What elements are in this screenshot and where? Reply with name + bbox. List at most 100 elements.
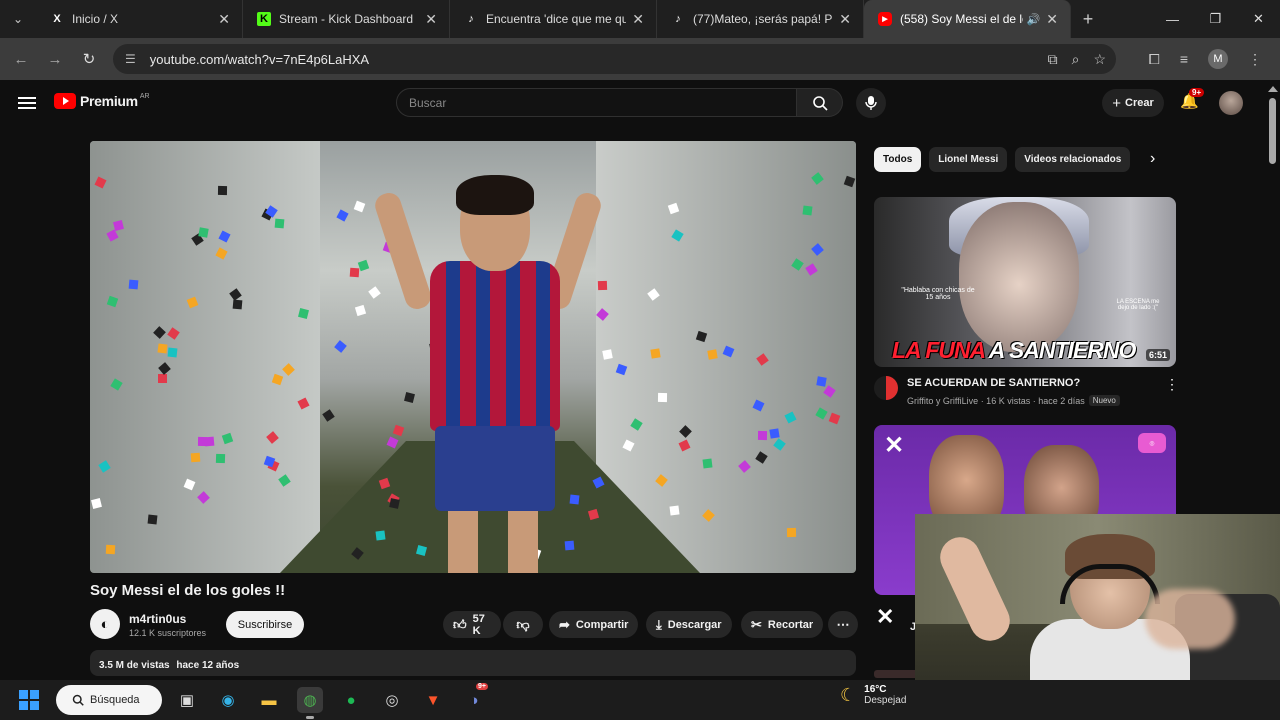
hamburger-menu-icon[interactable] xyxy=(18,94,36,112)
dancer-leg-left xyxy=(448,506,478,573)
restore-icon[interactable]: ❐ xyxy=(1194,0,1237,38)
menu-kebab-icon[interactable]: ⋮ xyxy=(1248,51,1262,68)
confetti-piece xyxy=(147,514,158,525)
x-logo-icon: ✕ xyxy=(884,432,905,459)
more-horiz-icon: ⋯ xyxy=(836,616,850,632)
create-button[interactable]: + Crear xyxy=(1102,89,1164,117)
close-window-icon[interactable]: ✕ xyxy=(1237,0,1280,38)
channel-name[interactable]: m4rtin0us xyxy=(129,612,186,626)
discord-icon[interactable]: ◑ 9+ xyxy=(461,683,488,713)
tab-youtube[interactable]: ▶ (558) Soy Messi el de los 🔊 ✕ xyxy=(864,0,1071,38)
confetti-piece xyxy=(657,393,667,403)
task-view-icon[interactable]: ▣ xyxy=(174,687,200,713)
dislike-button[interactable]: 👎︎ xyxy=(503,611,543,638)
logo-text: Premium xyxy=(80,93,138,109)
speaker-icon[interactable]: 🔊 xyxy=(1027,13,1041,26)
channel-avatar[interactable] xyxy=(874,376,898,400)
zoom-icon[interactable]: ⌕ xyxy=(1072,51,1080,68)
new-tab-button[interactable]: + xyxy=(1071,9,1105,30)
close-icon[interactable]: ✕ xyxy=(632,11,644,28)
weather-desc: Despejad xyxy=(864,695,907,706)
share-button[interactable]: ➦ Compartir xyxy=(549,611,639,638)
address-toolbar: ← → ↻ ☰ youtube.com/watch?v=7nE4p6LaHXA … xyxy=(0,38,1280,80)
profile-avatar[interactable]: M xyxy=(1208,49,1228,69)
scrollbar-thumb[interactable] xyxy=(1269,98,1276,164)
confetti-piece xyxy=(215,453,226,463)
taskbar-search[interactable]: Búsqueda xyxy=(56,685,162,715)
site-info-icon[interactable]: ☰ xyxy=(125,52,136,66)
tab-x[interactable]: X Inicio / X ✕ xyxy=(36,0,243,38)
video-player[interactable] xyxy=(90,141,856,573)
minimize-icon[interactable]: — xyxy=(1151,0,1194,38)
confetti-piece xyxy=(106,544,116,555)
tab-title: (558) Soy Messi el de los xyxy=(900,12,1023,26)
address-bar[interactable]: ☰ youtube.com/watch?v=7nE4p6LaHXA ⧉ ⌕ ☆ xyxy=(113,44,1116,74)
install-app-icon[interactable]: ⧉ xyxy=(1048,51,1058,68)
video-duration: 6:51 xyxy=(1145,349,1170,361)
create-label: Crear xyxy=(1125,97,1154,109)
youtube-header: Premium AR Buscar + Crear 🔔 9+ xyxy=(0,80,1265,126)
chip-todos[interactable]: Todos xyxy=(874,147,922,172)
thumb-banner-red: LA FUNA xyxy=(892,337,985,363)
tab-search-chevron-icon[interactable]: ⌄ xyxy=(0,0,36,38)
chevron-right-icon[interactable]: › xyxy=(1150,150,1155,168)
confetti-piece xyxy=(757,430,767,440)
chip-lionel-messi[interactable]: Lionel Messi xyxy=(929,147,1008,172)
tab-tiktok-1[interactable]: ♪ Encuentra 'dice que me quie ✕ xyxy=(450,0,657,38)
webcam-hand xyxy=(1145,589,1235,649)
edge-icon[interactable]: ◉ xyxy=(215,687,241,713)
user-avatar[interactable] xyxy=(1219,91,1243,115)
channel-subscribers: 12.1 K suscriptores xyxy=(129,628,207,638)
tab-kick[interactable]: K Stream - Kick Dashboard ✕ xyxy=(243,0,450,38)
more-actions-button[interactable]: ⋯ xyxy=(828,611,858,638)
brave-icon[interactable]: ▼ xyxy=(420,687,446,713)
confetti-piece xyxy=(802,205,813,216)
confetti-piece xyxy=(322,409,335,422)
bookmark-star-icon[interactable]: ☆ xyxy=(1093,51,1106,68)
chip-videos-relacionados[interactable]: Videos relacionados xyxy=(1015,147,1131,172)
confetti-piece xyxy=(368,285,381,299)
x-channel-icon[interactable]: ✕ xyxy=(876,604,894,630)
chrome-icon[interactable]: ◍ xyxy=(297,687,323,719)
window-controls: — ❐ ✕ xyxy=(1151,0,1280,38)
download-label: Descargar xyxy=(667,618,722,631)
clip-button[interactable]: ✂ Recortar xyxy=(741,611,824,638)
obs-icon[interactable]: ◎ xyxy=(379,687,405,713)
weather-temp: 16°C xyxy=(864,684,887,695)
confetti-piece xyxy=(336,209,349,222)
download-button[interactable]: ⤓ Descargar xyxy=(646,611,732,638)
close-icon[interactable]: ✕ xyxy=(218,11,230,28)
voice-search-button[interactable] xyxy=(856,88,886,118)
notifications-bell-icon[interactable]: 🔔 9+ xyxy=(1180,88,1205,110)
more-vert-icon[interactable]: ⋮ xyxy=(1165,376,1179,393)
taskbar-search-label: Búsqueda xyxy=(90,694,140,706)
extensions-icon[interactable]: ⧠ xyxy=(1149,51,1160,68)
media-control-icon[interactable]: ≡ xyxy=(1180,51,1188,67)
scroll-up-arrow-icon[interactable] xyxy=(1268,86,1278,92)
close-icon[interactable]: ✕ xyxy=(839,11,851,28)
confetti-piece xyxy=(191,453,201,463)
close-icon[interactable]: ✕ xyxy=(425,11,437,28)
scissors-icon: ✂ xyxy=(751,616,762,632)
back-icon[interactable]: ← xyxy=(4,51,38,68)
windows-start-icon[interactable] xyxy=(19,690,39,710)
reload-icon[interactable]: ↻ xyxy=(72,50,106,68)
weather-widget[interactable]: ☾ 16°C Despejad xyxy=(840,684,906,706)
video-title: Soy Messi el de los goles !! xyxy=(90,582,286,599)
channel-avatar[interactable]: ◐ xyxy=(90,609,120,639)
search-button[interactable] xyxy=(797,88,843,117)
search-input[interactable]: Buscar xyxy=(396,88,797,117)
description-box[interactable]: 3.5 M de vistas hace 12 años xyxy=(90,650,856,676)
recommended-video-thumbnail[interactable]: "Hablaba con chicas de 15 años LA ESCENA… xyxy=(874,197,1176,367)
spotify-icon[interactable]: ● xyxy=(338,687,364,713)
youtube-premium-logo[interactable]: Premium AR xyxy=(54,93,150,109)
subscribe-button[interactable]: Suscribirse xyxy=(226,611,304,638)
thumb-face xyxy=(959,202,1079,352)
file-explorer-icon[interactable]: ▬ xyxy=(256,687,282,713)
recommended-video-meta: Griffito y GriffiLive · 16 K vistas · ha… xyxy=(907,395,1120,406)
forward-icon[interactable]: → xyxy=(38,51,72,68)
recommended-video-title[interactable]: SE ACUERDAN DE SANTIERNO? xyxy=(907,377,1080,389)
like-button[interactable]: 👍︎ 57 K xyxy=(443,611,501,638)
close-icon[interactable]: ✕ xyxy=(1046,11,1058,28)
tab-tiktok-2[interactable]: ♪ (77)Mateo, ¡serás papá! Prep ✕ xyxy=(657,0,864,38)
